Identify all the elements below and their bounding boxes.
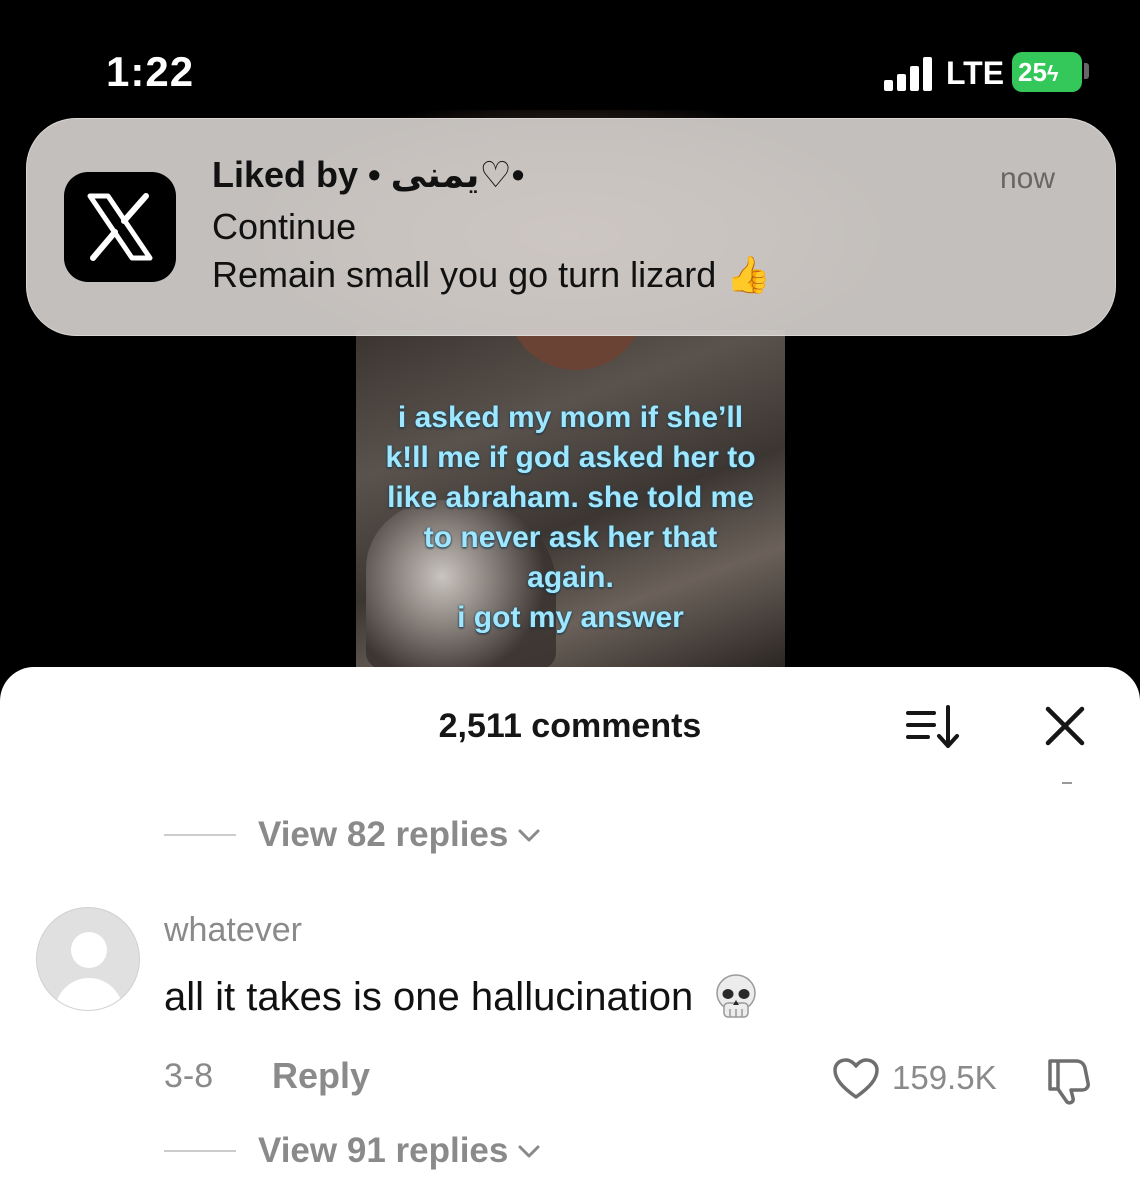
- sort-button[interactable]: [904, 703, 964, 753]
- notification-time: now: [1000, 162, 1056, 195]
- battery-level: 25: [1018, 57, 1047, 87]
- view-replies-button[interactable]: View 82 replies: [164, 813, 542, 857]
- comment-username[interactable]: whatever: [164, 911, 302, 950]
- status-bar: 1:22 LTE 25ϟ: [0, 0, 1140, 110]
- chevron-down-icon: [518, 1145, 540, 1158]
- view-replies-label: View 91 replies: [258, 1131, 509, 1170]
- notification-subtitle: Continue: [212, 206, 357, 247]
- notification-body: Remain small you go turn lizard 👍: [212, 254, 772, 295]
- reply-divider: [164, 834, 236, 836]
- video-face-image: [506, 330, 646, 370]
- scroll-indicator: [1062, 782, 1072, 784]
- heart-icon[interactable]: [832, 1057, 880, 1101]
- sort-icon: [906, 705, 959, 748]
- view-replies-button[interactable]: View 91 replies: [164, 1129, 542, 1173]
- reply-button[interactable]: Reply: [272, 1055, 370, 1097]
- close-button[interactable]: [1042, 703, 1088, 749]
- avatar-body: [55, 978, 123, 1010]
- status-time: 1:22: [106, 48, 195, 95]
- comment-date: 3-8: [164, 1057, 214, 1095]
- comments-sheet: 2,511 comments View 82 replies whatever …: [0, 667, 1140, 1199]
- battery-icon: 25ϟ: [1012, 52, 1082, 92]
- battery-tip: [1084, 63, 1089, 79]
- comments-count-title: 2,511 comments: [438, 707, 702, 745]
- like-count: 159.5K: [892, 1059, 997, 1096]
- network-type: LTE: [946, 55, 1005, 91]
- thumbs-down-icon[interactable]: [1044, 1055, 1096, 1105]
- notification-banner[interactable]: Liked by • يمنى♡• Continue Remain small …: [26, 118, 1116, 336]
- chevron-down-icon: [518, 829, 540, 842]
- avatar[interactable]: [36, 907, 140, 1011]
- skull-emoji: [716, 974, 756, 1018]
- close-icon: [1045, 706, 1085, 746]
- charging-bolt-icon: ϟ: [1046, 61, 1059, 86]
- video-caption: i asked my mom if she’ll k!ll me if god …: [385, 401, 756, 634]
- comment-text: all it takes is one hallucination: [164, 973, 759, 1021]
- view-replies-label: View 82 replies: [258, 815, 509, 854]
- video-player[interactable]: i asked my mom if she’ll k!ll me if god …: [356, 330, 785, 670]
- comment-text-label: all it takes is one hallucination: [164, 974, 694, 1019]
- avatar-head: [71, 932, 107, 968]
- notification-title: Liked by • يمنى♡•: [212, 154, 525, 195]
- signal-icon: [884, 57, 936, 91]
- x-logo-icon: [64, 172, 176, 282]
- reply-divider: [164, 1150, 236, 1152]
